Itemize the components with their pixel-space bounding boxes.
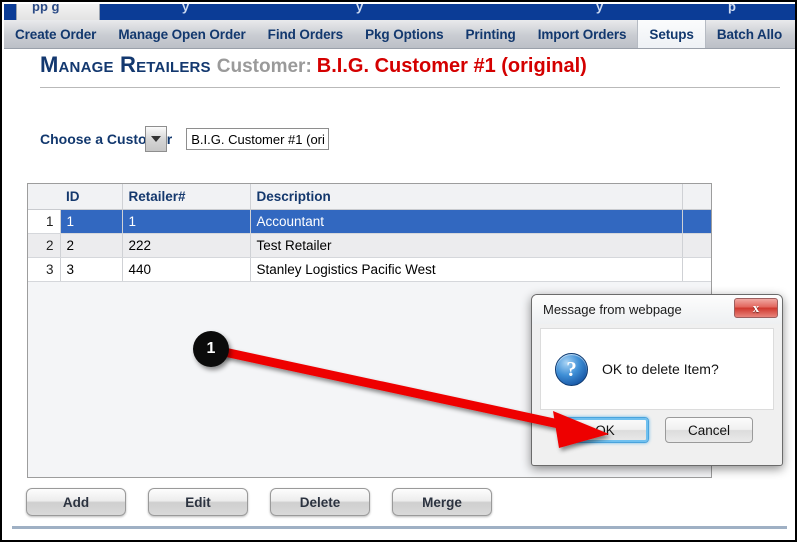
grid-header-spacer — [681, 184, 711, 210]
add-button[interactable]: Add — [26, 488, 126, 516]
cell-spacer — [681, 209, 711, 234]
delete-button[interactable]: Delete — [270, 488, 370, 516]
nav-item-manage-open-order[interactable]: Manage Open Order — [107, 20, 256, 48]
dialog-message: OK to delete Item? — [602, 361, 719, 377]
cell-description: Stanley Logistics Pacific West — [249, 257, 682, 282]
nav-item-pkg-options[interactable]: Pkg Options — [354, 20, 454, 48]
cell-description: Test Retailer — [249, 233, 682, 258]
grid-header-rownum — [28, 184, 60, 210]
chevron-down-icon — [151, 136, 161, 142]
annotation-badge: 1 — [193, 331, 229, 367]
close-icon[interactable]: x — [734, 298, 778, 318]
nav-item-find-orders[interactable]: Find Orders — [257, 20, 354, 48]
dialog-title-text: Message from webpage — [543, 302, 682, 317]
footer-divider — [12, 526, 787, 529]
cell-id: 2 — [60, 233, 122, 258]
top-tab-ghost-4: p — [728, 4, 736, 14]
cell-id: 1 — [60, 209, 122, 234]
customer-label: Customer: — [216, 56, 312, 77]
dialog-ok-button[interactable]: OK — [561, 417, 649, 443]
main-navigation-bar: Create Order Manage Open Order Find Orde… — [4, 20, 795, 49]
nav-item-setups[interactable]: Setups — [637, 20, 706, 48]
question-icon: ? — [555, 352, 588, 386]
top-tab-ghost-2: y — [356, 4, 364, 14]
nav-item-batch-allocation[interactable]: Batch Allo — [706, 20, 793, 48]
nav-item-create-order[interactable]: Create Order — [4, 20, 107, 48]
top-tab-ghost-3: y — [596, 4, 604, 14]
customer-select[interactable]: B.I.G. Customer #1 (ori — [186, 128, 330, 150]
nav-item-import-orders[interactable]: Import Orders — [527, 20, 638, 48]
dialog-button-row: OK Cancel — [532, 417, 782, 443]
table-row[interactable]: 2 2 222 Test Retailer — [28, 233, 711, 258]
dialog-cancel-button[interactable]: Cancel — [665, 417, 753, 443]
table-row[interactable]: 3 3 440 Stanley Logistics Pacific West — [28, 257, 711, 282]
dialog-body: ? OK to delete Item? — [540, 328, 774, 410]
row-number: 1 — [28, 209, 61, 234]
top-tab-ghost-0: pp g — [32, 4, 60, 14]
row-number: 2 — [28, 233, 61, 258]
edit-button[interactable]: Edit — [148, 488, 248, 516]
page-title-text: Manage Retailers — [40, 52, 211, 77]
nav-item-printing[interactable]: Printing — [455, 20, 527, 48]
cell-spacer — [681, 233, 711, 258]
customer-select-value: B.I.G. Customer #1 (ori — [191, 131, 325, 147]
action-button-row: Add Edit Delete Merge — [26, 488, 492, 516]
page-title: Manage Retailers Customer: B.I.G. Customer… — [40, 52, 760, 77]
merge-button[interactable]: Merge — [392, 488, 492, 516]
cell-description: Accountant — [249, 209, 682, 234]
customer-name: B.I.G. Customer #1 (original) — [316, 55, 587, 77]
row-number: 3 — [28, 257, 61, 282]
grid-header-row: ID Retailer# Description — [28, 184, 711, 210]
application-window: pp g y y y p Create Order Manage Open Or… — [0, 0, 797, 542]
grid-header-description[interactable]: Description — [249, 184, 682, 210]
customer-chooser: Choose a Customer B.I.G. Customer #1 (or… — [40, 128, 330, 150]
cell-id: 3 — [60, 257, 122, 282]
confirm-dialog: Message from webpage x ? OK to delete It… — [531, 294, 783, 466]
table-row[interactable]: 1 1 1 Accountant — [28, 209, 711, 234]
top-tab-ghost-1: y — [182, 4, 190, 14]
cell-retailer: 440 — [121, 257, 250, 282]
cell-retailer: 1 — [121, 209, 250, 234]
cell-retailer: 222 — [121, 233, 250, 258]
customer-select-dropdown-button[interactable] — [145, 126, 167, 152]
cell-spacer — [681, 257, 711, 282]
grid-header-id[interactable]: ID — [60, 184, 122, 210]
title-divider — [40, 87, 780, 88]
grid-header-retailer[interactable]: Retailer# — [121, 184, 250, 210]
top-tab-strip: pp g y y y p — [4, 4, 795, 20]
